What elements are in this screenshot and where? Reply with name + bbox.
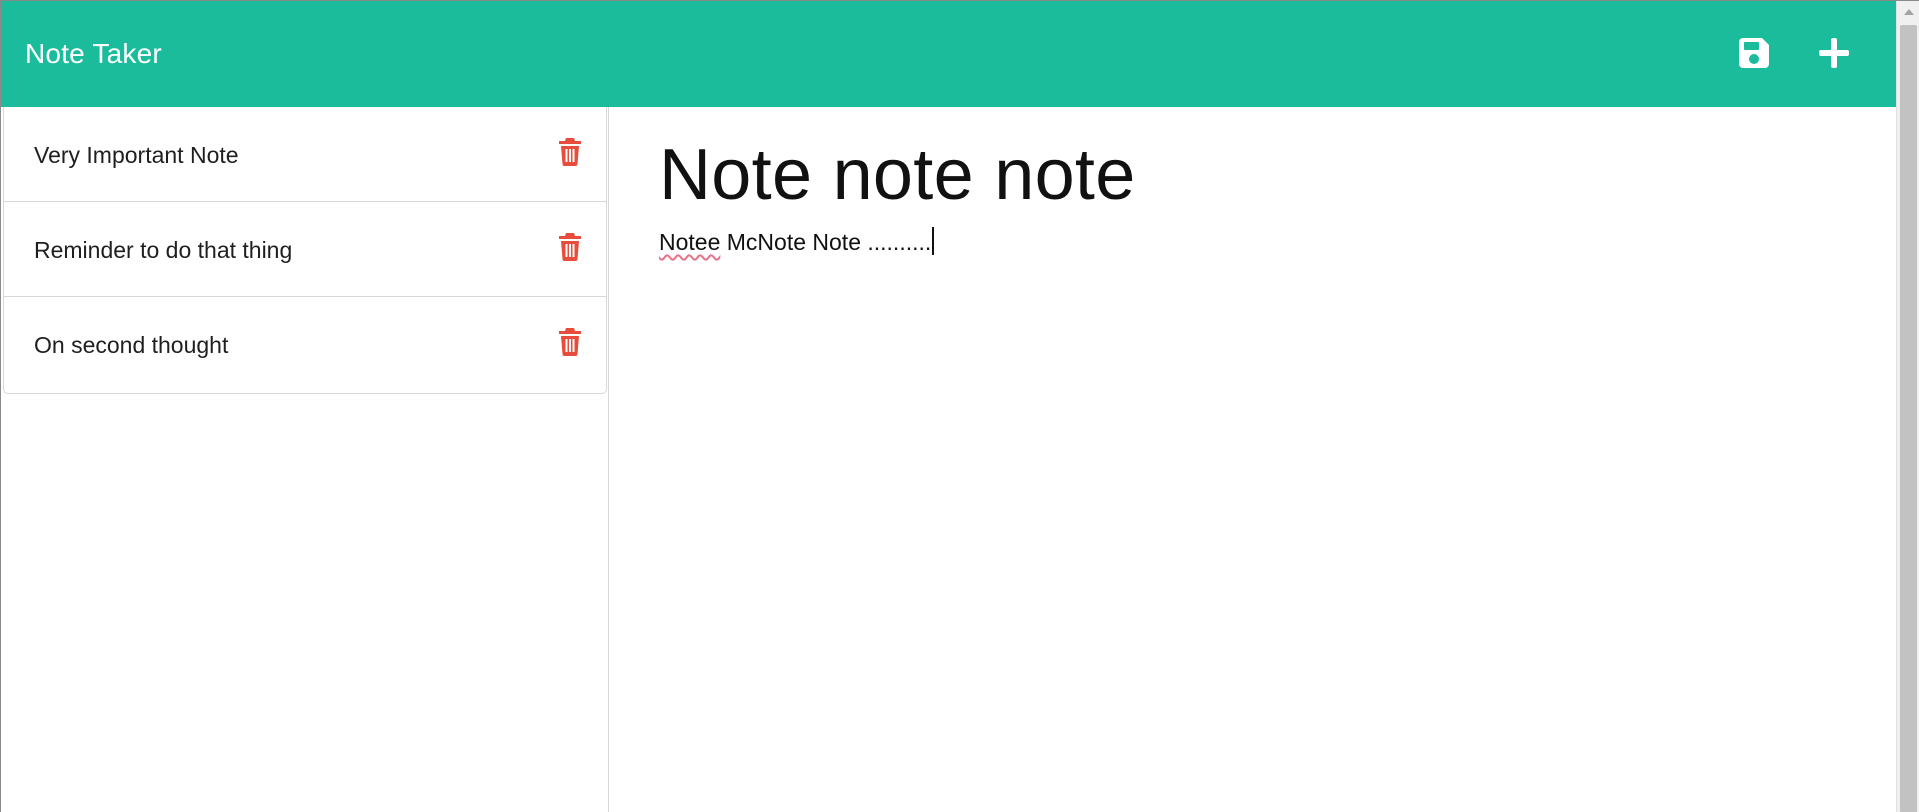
save-note-button[interactable] [1734,33,1774,73]
vertical-scrollbar[interactable] [1896,1,1919,812]
delete-note-button[interactable] [558,231,582,261]
floppy-disk-icon [1739,38,1769,68]
delete-note-button[interactable] [558,326,582,356]
note-title: Reminder to do that thing [34,237,293,263]
note-title: On second thought [34,332,229,358]
note-editor: Note note note Notee McNote Note .......… [609,107,1896,812]
scrollbar-thumb[interactable] [1900,25,1917,812]
note-title-input[interactable]: Note note note [659,131,1136,219]
trash-icon [559,138,581,166]
note-list-item[interactable]: On second thought [4,297,606,393]
note-list-item[interactable]: Very Important Note [4,107,606,202]
navbar: Note Taker [1,1,1896,107]
delete-note-button[interactable] [558,136,582,166]
trash-icon [559,328,581,356]
note-list-item[interactable]: Reminder to do that thing [4,202,606,297]
note-taker-app: Note Taker Very Important Note Reminder … [0,0,1919,812]
note-title: Very Important Note [34,142,239,168]
plus-icon [1819,38,1849,68]
text-cursor [932,227,935,255]
notes-sidebar: Very Important Note Reminder to do that … [1,107,609,812]
note-list: Very Important Note Reminder to do that … [3,107,607,394]
note-text-area[interactable]: Notee McNote Note .......... [659,227,935,257]
misspelled-word: Notee [659,229,721,255]
brand-link[interactable]: Note Taker [25,37,162,71]
note-text-content: McNote Note .......... [720,229,932,255]
scroll-up-arrow-icon[interactable] [1904,9,1914,15]
new-note-button[interactable] [1814,33,1854,73]
trash-icon [559,233,581,261]
